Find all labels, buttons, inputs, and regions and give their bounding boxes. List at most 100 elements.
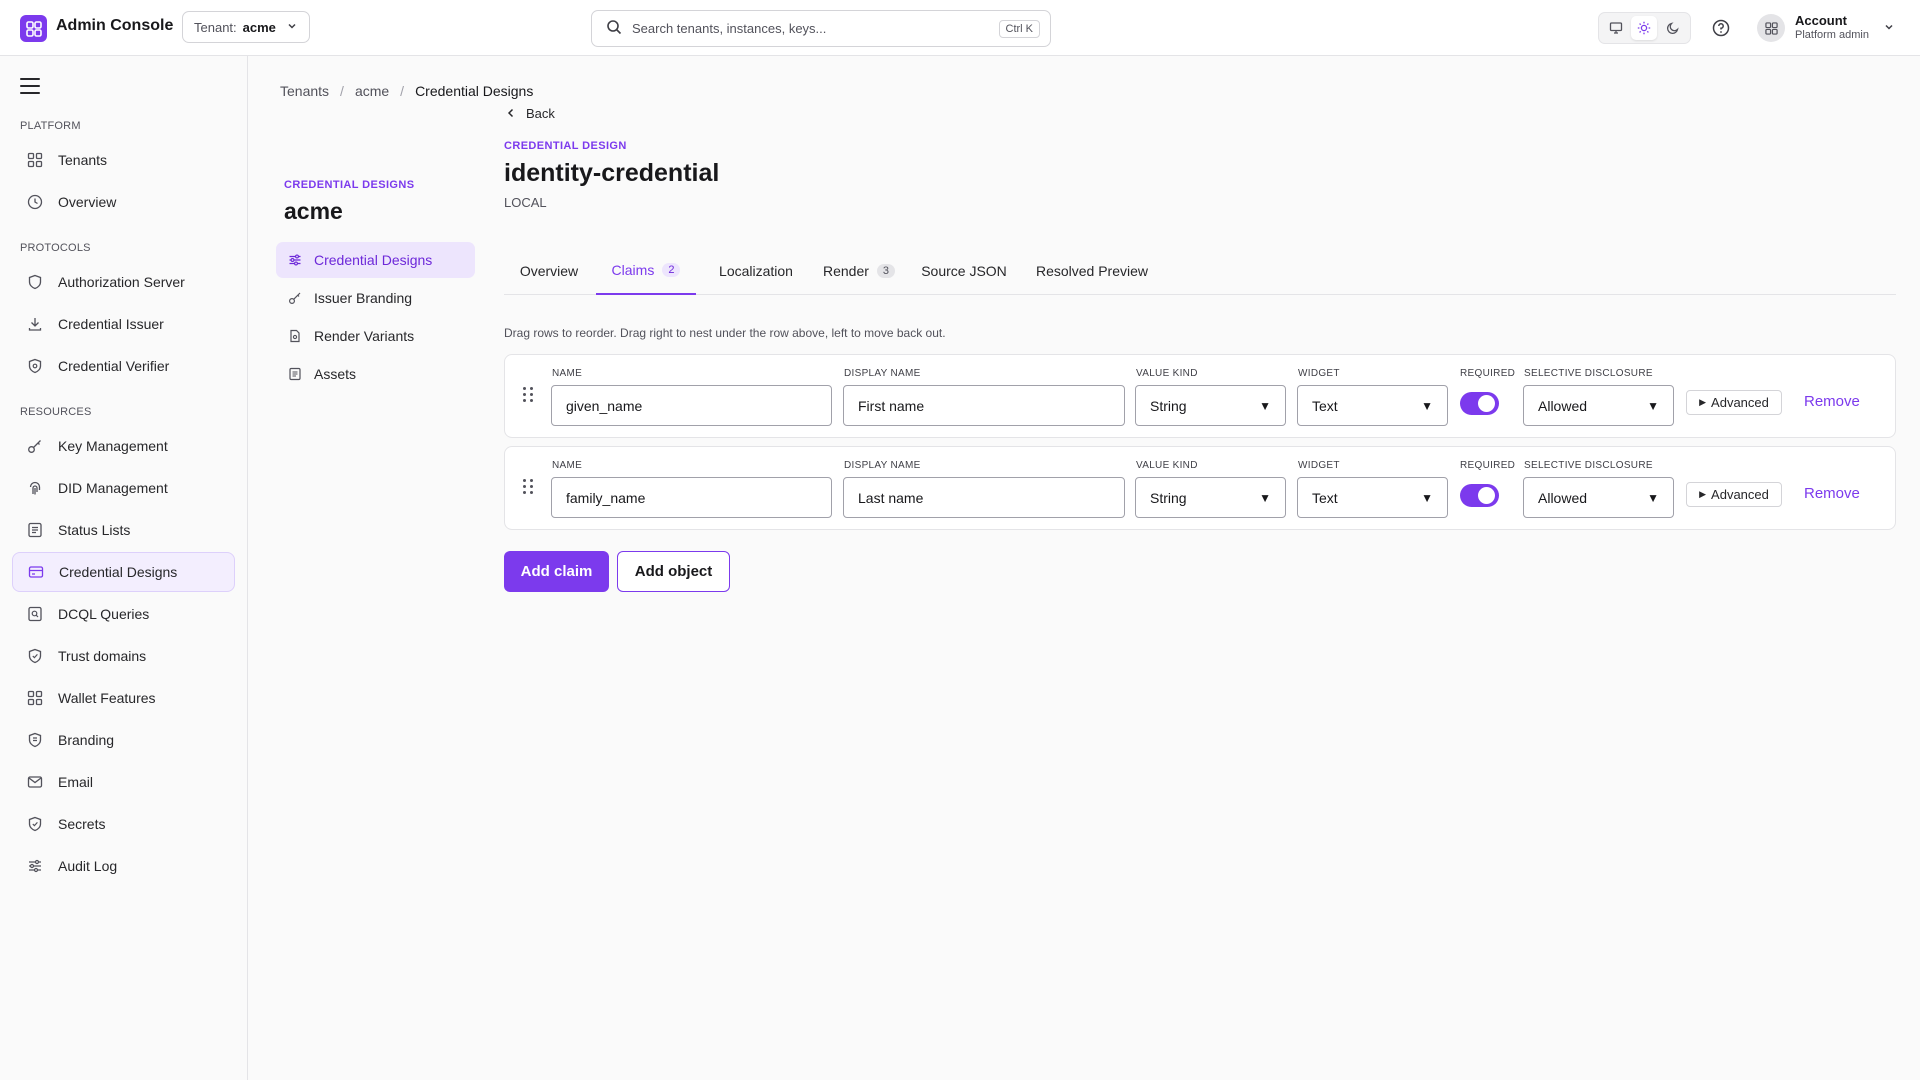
claim-display-name-input[interactable] <box>843 477 1125 518</box>
required-toggle[interactable] <box>1460 484 1499 507</box>
moon-icon[interactable] <box>1660 16 1686 40</box>
account-role: Platform admin <box>1795 29 1869 42</box>
design-scope: LOCAL <box>504 195 547 210</box>
value-kind-select[interactable]: String ▼ <box>1135 477 1286 518</box>
subnav-item-issuer-branding[interactable]: Issuer Branding <box>276 280 475 316</box>
selective-disclosure-select[interactable]: Allowed ▼ <box>1523 385 1674 426</box>
add-claim-button[interactable]: Add claim <box>504 551 609 592</box>
advanced-label: Advanced <box>1711 395 1769 410</box>
claim-name-input[interactable] <box>551 477 832 518</box>
tenant-selector[interactable]: Tenant: acme <box>182 11 310 43</box>
claims-hint: Drag rows to reorder. Drag right to nest… <box>504 326 946 340</box>
key-icon <box>288 291 302 305</box>
account-menu[interactable]: Account Platform admin <box>1757 13 1895 42</box>
design-eyebrow: CREDENTIAL DESIGN <box>504 140 627 152</box>
field-label-widget: WIDGET <box>1298 368 1340 379</box>
shield-icon <box>26 647 44 665</box>
subnav-item-assets[interactable]: Assets <box>276 356 475 392</box>
breadcrumb-acme[interactable]: acme <box>355 83 389 99</box>
search-icon <box>606 19 622 39</box>
sidebar-item-label: Secrets <box>58 816 106 832</box>
drag-handle-icon[interactable] <box>523 387 533 403</box>
sidebar-item-overview[interactable]: Overview <box>12 182 235 222</box>
field-label-required: REQUIRED <box>1460 460 1516 471</box>
subnav-item-credential-designs[interactable]: Credential Designs <box>276 242 475 278</box>
advanced-button[interactable]: ▶ Advanced <box>1686 390 1782 415</box>
claim-name-input[interactable] <box>551 385 832 426</box>
remove-button[interactable]: Remove <box>1804 393 1860 410</box>
sidebar-item-credential-verifier[interactable]: Credential Verifier <box>12 346 235 386</box>
tab-overview[interactable]: Overview <box>504 247 594 295</box>
tab-claims[interactable]: Claims 2 <box>596 247 696 295</box>
main-content: Tenants / acme / Credential Designs Back… <box>248 56 1920 1080</box>
search-input[interactable] <box>632 21 999 36</box>
required-toggle[interactable] <box>1460 392 1499 415</box>
tab-resolved-preview[interactable]: Resolved Preview <box>1022 247 1162 295</box>
grid-icon <box>26 689 44 707</box>
breadcrumb-tenants[interactable]: Tenants <box>280 83 329 99</box>
sidebar-item-secrets[interactable]: Secrets <box>12 804 235 844</box>
tab-count-badge: 2 <box>662 263 681 277</box>
widget-select[interactable]: Text ▼ <box>1297 477 1448 518</box>
subnav-item-render-variants[interactable]: Render Variants <box>276 318 475 354</box>
sidebar-item-label: Wallet Features <box>58 690 156 706</box>
caret-down-icon: ▼ <box>1259 490 1271 505</box>
widget-select[interactable]: Text ▼ <box>1297 385 1448 426</box>
back-button[interactable]: Back <box>506 106 555 121</box>
sidebar-section-protocols: PROTOCOLS <box>20 242 91 254</box>
avatar <box>1757 14 1785 42</box>
top-bar: Admin Console Tenant: acme Ctrl K Acco <box>0 0 1920 56</box>
sidebar-item-branding[interactable]: Branding <box>12 720 235 760</box>
back-label: Back <box>526 106 555 121</box>
caret-right-icon: ▶ <box>1699 397 1707 407</box>
tab-count-badge: 3 <box>876 264 896 278</box>
sidebar-item-credential-issuer[interactable]: Credential Issuer <box>12 304 235 344</box>
tab-bar: Overview Claims 2 Localization Render 3 … <box>504 247 1896 295</box>
sidebar-item-trust-domains[interactable]: Trust domains <box>12 636 235 676</box>
monitor-icon[interactable] <box>1603 16 1629 40</box>
global-search[interactable]: Ctrl K <box>591 10 1051 47</box>
help-icon[interactable] <box>1709 16 1733 40</box>
breadcrumb: Tenants / acme / Credential Designs <box>280 83 533 99</box>
fingerprint-icon <box>26 479 44 497</box>
value-kind-selected: String <box>1150 397 1187 414</box>
add-object-button[interactable]: Add object <box>617 551 730 592</box>
file-icon <box>288 329 302 343</box>
list-icon <box>288 367 302 381</box>
sidebar-item-wallet-features[interactable]: Wallet Features <box>12 678 235 718</box>
sidebar-item-key-management[interactable]: Key Management <box>12 426 235 466</box>
sidebar-item-authorization-server[interactable]: Authorization Server <box>12 262 235 302</box>
selective-disclosure-select[interactable]: Allowed ▼ <box>1523 477 1674 518</box>
caret-down-icon: ▼ <box>1259 398 1271 413</box>
sidebar-item-dcql-queries[interactable]: DCQL Queries <box>12 594 235 634</box>
field-label-required: REQUIRED <box>1460 368 1516 379</box>
sidebar-item-status-lists[interactable]: Status Lists <box>12 510 235 550</box>
tenant-label: Tenant: <box>194 19 237 35</box>
key-icon <box>26 437 44 455</box>
tab-source-json[interactable]: Source JSON <box>910 247 1018 295</box>
sun-icon[interactable] <box>1631 16 1658 40</box>
tab-render[interactable]: Render 3 <box>814 247 904 295</box>
sidebar-item-audit-log[interactable]: Audit Log <box>12 846 235 886</box>
shield-icon <box>26 815 44 833</box>
value-kind-select[interactable]: String ▼ <box>1135 385 1286 426</box>
chevron-down-icon <box>1883 20 1895 37</box>
sidebar-item-did-management[interactable]: DID Management <box>12 468 235 508</box>
advanced-button[interactable]: ▶ Advanced <box>1686 482 1782 507</box>
drag-handle-icon[interactable] <box>523 479 533 495</box>
sidebar-item-email[interactable]: Email <box>12 762 235 802</box>
claim-row[interactable]: NAME DISPLAY NAME VALUE KIND String ▼ WI… <box>504 354 1896 438</box>
claim-display-name-input[interactable] <box>843 385 1125 426</box>
shield-icon <box>26 273 44 291</box>
sidebar-item-tenants[interactable]: Tenants <box>12 140 235 180</box>
toggle-knob <box>1478 395 1495 412</box>
claim-row[interactable]: NAME DISPLAY NAME VALUE KIND String ▼ WI… <box>504 446 1896 530</box>
sidebar-item-credential-designs[interactable]: Credential Designs <box>12 552 235 592</box>
menu-icon[interactable] <box>20 78 40 94</box>
tab-label: Overview <box>519 263 579 279</box>
remove-button[interactable]: Remove <box>1804 485 1860 502</box>
sidebar-item-label: Credential Issuer <box>58 316 164 332</box>
caret-down-icon: ▼ <box>1647 490 1659 505</box>
tab-localization[interactable]: Localization <box>700 247 812 295</box>
app-logo-icon[interactable] <box>20 15 47 42</box>
